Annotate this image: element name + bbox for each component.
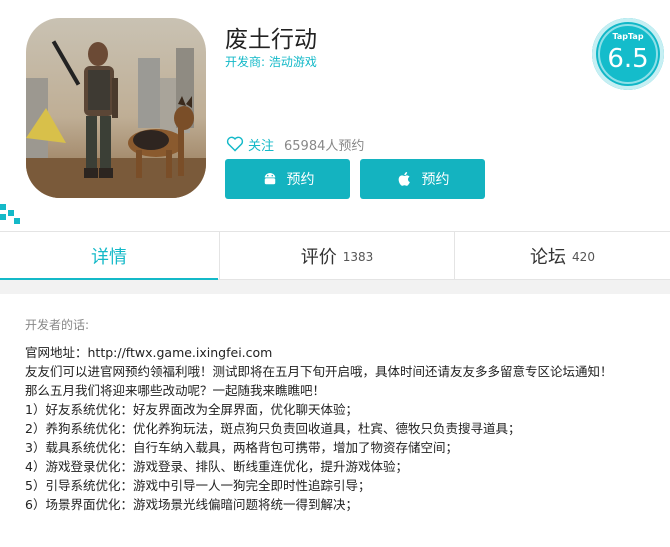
notes-line: 4）游戏登录优化：游戏登录、排队、断线重连优化，提升游戏体验； xyxy=(25,459,408,474)
tab-reviews[interactable]: 评价 1383 xyxy=(219,232,454,280)
android-button-label: 预约 xyxy=(286,172,315,188)
follow-label[interactable]: 关注 xyxy=(248,135,274,154)
follow-row[interactable]: 关注 65984人预约 xyxy=(226,134,364,154)
apple-icon xyxy=(398,172,410,186)
section-divider xyxy=(0,280,670,294)
rating-badge: TapTap 6.5 xyxy=(592,18,664,90)
developer-label: 开发商: xyxy=(225,55,266,69)
tab-details[interactable]: 详情 xyxy=(0,232,218,280)
developer-link[interactable]: 浩动游戏 xyxy=(269,55,317,69)
notes-line: 2）养狗系统优化：优化养狗玩法，斑点狗只负责回收道具，杜宾、德牧只负责搜寻道具； xyxy=(25,421,521,436)
reservation-count: 65984人预约 xyxy=(284,138,365,154)
tab-forum[interactable]: 论坛 420 xyxy=(454,232,670,280)
android-icon xyxy=(264,173,275,185)
notes-line: 1）好友系统优化：好友界面改为全屏界面，优化聊天体验； xyxy=(25,402,358,417)
app-header: 废土行动 开发商: 浩动游戏 TapTap 6.5 关注 65984人预约 预约… xyxy=(0,0,670,232)
notes-line: 那么五月我们将迎来哪些改动呢？一起随我来瞧瞧吧！ xyxy=(25,383,326,398)
tab-details-label: 详情 xyxy=(91,247,127,268)
corner-logo-icon xyxy=(0,200,24,232)
notes-line: 友友们可以进官网预约领福利哦！测试即将在五月下旬开启哦，具体时间还请友友多多留意… xyxy=(25,364,613,379)
rating-brand: TapTap xyxy=(612,32,644,41)
notes-line: 5）引导系统优化：游戏中引导一人一狗完全即时性追踪引导； xyxy=(25,478,371,493)
notes-line: 6）场景界面优化：游戏场景光线偏暗问题将统一得到解决； xyxy=(25,497,358,512)
developer-notes-body: 官网地址：http://ftwx.game.ixingfei.com 友友们可以… xyxy=(25,343,645,514)
tab-forum-count: 420 xyxy=(572,250,595,264)
app-title: 废土行动 xyxy=(225,27,317,53)
tab-reviews-count: 1383 xyxy=(342,250,374,264)
ios-button-label: 预约 xyxy=(421,172,450,188)
developer-row: 开发商: 浩动游戏 xyxy=(225,53,317,70)
rating-score: 6.5 xyxy=(607,44,649,74)
heart-icon[interactable] xyxy=(226,136,244,152)
ios-reserve-button[interactable]: 预约 xyxy=(360,159,485,199)
app-icon xyxy=(26,18,206,198)
android-reserve-button[interactable]: 预约 xyxy=(225,159,350,199)
tab-reviews-label: 评价 xyxy=(300,247,337,268)
tab-bar: 详情 评价 1383 论坛 420 xyxy=(0,231,670,281)
notes-line: 官网地址：http://ftwx.game.ixingfei.com xyxy=(25,345,273,360)
developer-notes-section: 开发者的话: 官网地址：http://ftwx.game.ixingfei.co… xyxy=(0,294,670,547)
developer-notes-heading: 开发者的话: xyxy=(25,318,90,332)
tab-forum-label: 论坛 xyxy=(530,247,567,268)
notes-line: 3）载具系统优化：自行车纳入载具，两格背包可携带，增加了物资存储空间； xyxy=(25,440,458,455)
